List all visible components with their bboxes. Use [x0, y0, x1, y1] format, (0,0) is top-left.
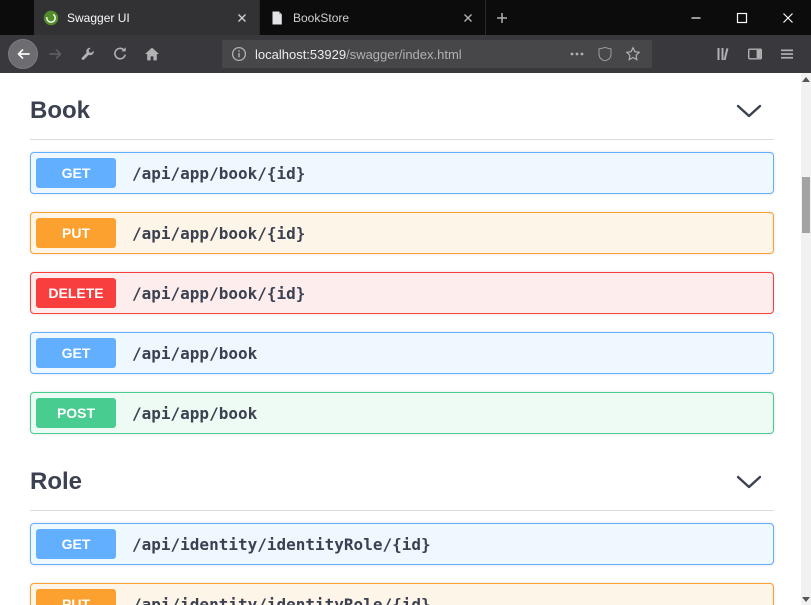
library-icon — [715, 46, 731, 62]
tab-title: Swagger UI — [67, 11, 226, 25]
refresh-icon — [112, 46, 128, 62]
url-text[interactable]: localhost:53929/swagger/index.html — [255, 47, 462, 62]
bookstore-favicon — [269, 10, 285, 26]
api-sections: Book GET /api/app/book/{id} PUT /api/app… — [30, 87, 774, 605]
wrench-icon — [80, 46, 96, 62]
shield-icon — [597, 46, 613, 62]
tab-title: BookStore — [293, 11, 452, 25]
endpoint-row[interactable]: DELETE /api/app/book/{id} — [30, 272, 774, 314]
api-section: Book GET /api/app/book/{id} PUT /api/app… — [30, 87, 774, 458]
endpoint-list: GET /api/identity/identityRole/{id} PUT … — [30, 511, 774, 605]
endpoint-path: /api/app/book/{id} — [132, 164, 305, 183]
endpoint-row[interactable]: GET /api/app/book/{id} — [30, 152, 774, 194]
back-arrow-icon — [15, 46, 31, 62]
chevron-down-icon[interactable] — [736, 475, 762, 489]
method-badge: PUT — [36, 218, 116, 248]
back-button[interactable] — [8, 39, 38, 69]
sidebar-toggle-button[interactable] — [741, 40, 769, 68]
forward-button[interactable] — [42, 40, 70, 68]
endpoint-path: /api/identity/identityRole/{id} — [132, 535, 431, 554]
home-icon — [144, 46, 160, 62]
page-content: Book GET /api/app/book/{id} PUT /api/app… — [0, 73, 801, 605]
navigation-toolbar: localhost:53929/swagger/index.html — [0, 35, 811, 73]
swagger-favicon — [43, 10, 59, 26]
url-host: localhost:53929 — [255, 47, 346, 62]
endpoint-path: /api/identity/identityRole/{id} — [132, 595, 431, 605]
section-title: Role — [30, 468, 82, 496]
endpoint-path: /api/app/book/{id} — [132, 224, 305, 243]
method-badge: GET — [36, 338, 116, 368]
endpoint-row[interactable]: PUT /api/app/book/{id} — [30, 212, 774, 254]
method-badge: POST — [36, 398, 116, 428]
maximize-icon — [736, 12, 748, 24]
vertical-scrollbar[interactable] — [801, 73, 811, 605]
tab-swagger-ui[interactable]: Swagger UI — [34, 0, 260, 35]
bookmark-star-button[interactable] — [623, 44, 643, 64]
hamburger-icon — [779, 46, 795, 62]
new-tab-button[interactable] — [486, 0, 518, 35]
close-icon — [782, 12, 794, 24]
method-badge: PUT — [36, 589, 116, 605]
endpoint-row[interactable]: GET /api/identity/identityRole/{id} — [30, 523, 774, 565]
tools-button[interactable] — [74, 40, 102, 68]
sidebar-icon — [747, 46, 763, 62]
endpoint-row[interactable]: GET /api/app/book — [30, 332, 774, 374]
menu-button[interactable] — [773, 40, 801, 68]
forward-arrow-icon — [48, 46, 64, 62]
method-badge: DELETE — [36, 278, 116, 308]
method-badge: GET — [36, 158, 116, 188]
endpoint-row[interactable]: POST /api/app/book — [30, 392, 774, 434]
section-title: Book — [30, 97, 90, 125]
url-path: /swagger/index.html — [346, 47, 462, 62]
maximize-button[interactable] — [719, 0, 765, 35]
method-badge: GET — [36, 529, 116, 559]
plus-icon — [495, 11, 509, 25]
tab-close-icon[interactable] — [234, 10, 250, 26]
ellipsis-icon — [569, 46, 585, 62]
home-button[interactable] — [138, 40, 166, 68]
tracking-protection-button[interactable] — [595, 44, 615, 64]
url-bar[interactable]: localhost:53929/swagger/index.html — [222, 40, 652, 68]
endpoint-list: GET /api/app/book/{id} PUT /api/app/book… — [30, 140, 774, 458]
section-header[interactable]: Role — [30, 458, 774, 511]
refresh-button[interactable] — [106, 40, 134, 68]
minimize-button[interactable] — [673, 0, 719, 35]
section-header[interactable]: Book — [30, 87, 774, 140]
site-info-icon[interactable] — [231, 46, 247, 62]
page-actions-button[interactable] — [567, 44, 587, 64]
scroll-down-arrow-icon[interactable] — [801, 593, 811, 605]
toolbar-right-group — [707, 40, 803, 68]
tab-bookstore[interactable]: BookStore — [260, 0, 486, 35]
window-controls — [673, 0, 811, 35]
endpoint-path: /api/app/book — [132, 344, 257, 363]
api-section: Role GET /api/identity/identityRole/{id}… — [30, 458, 774, 605]
endpoint-row[interactable]: PUT /api/identity/identityRole/{id} — [30, 583, 774, 605]
chevron-down-icon[interactable] — [736, 104, 762, 118]
tab-bar: Swagger UI BookStore — [0, 0, 811, 35]
tab-close-icon[interactable] — [460, 10, 476, 26]
scrollbar-thumb[interactable] — [802, 177, 810, 233]
endpoint-path: /api/app/book — [132, 404, 257, 423]
minimize-icon — [690, 12, 702, 24]
titlebar-spacer — [0, 0, 34, 35]
scroll-up-arrow-icon[interactable] — [801, 73, 811, 85]
close-button[interactable] — [765, 0, 811, 35]
star-icon — [625, 46, 641, 62]
library-button[interactable] — [709, 40, 737, 68]
endpoint-path: /api/app/book/{id} — [132, 284, 305, 303]
